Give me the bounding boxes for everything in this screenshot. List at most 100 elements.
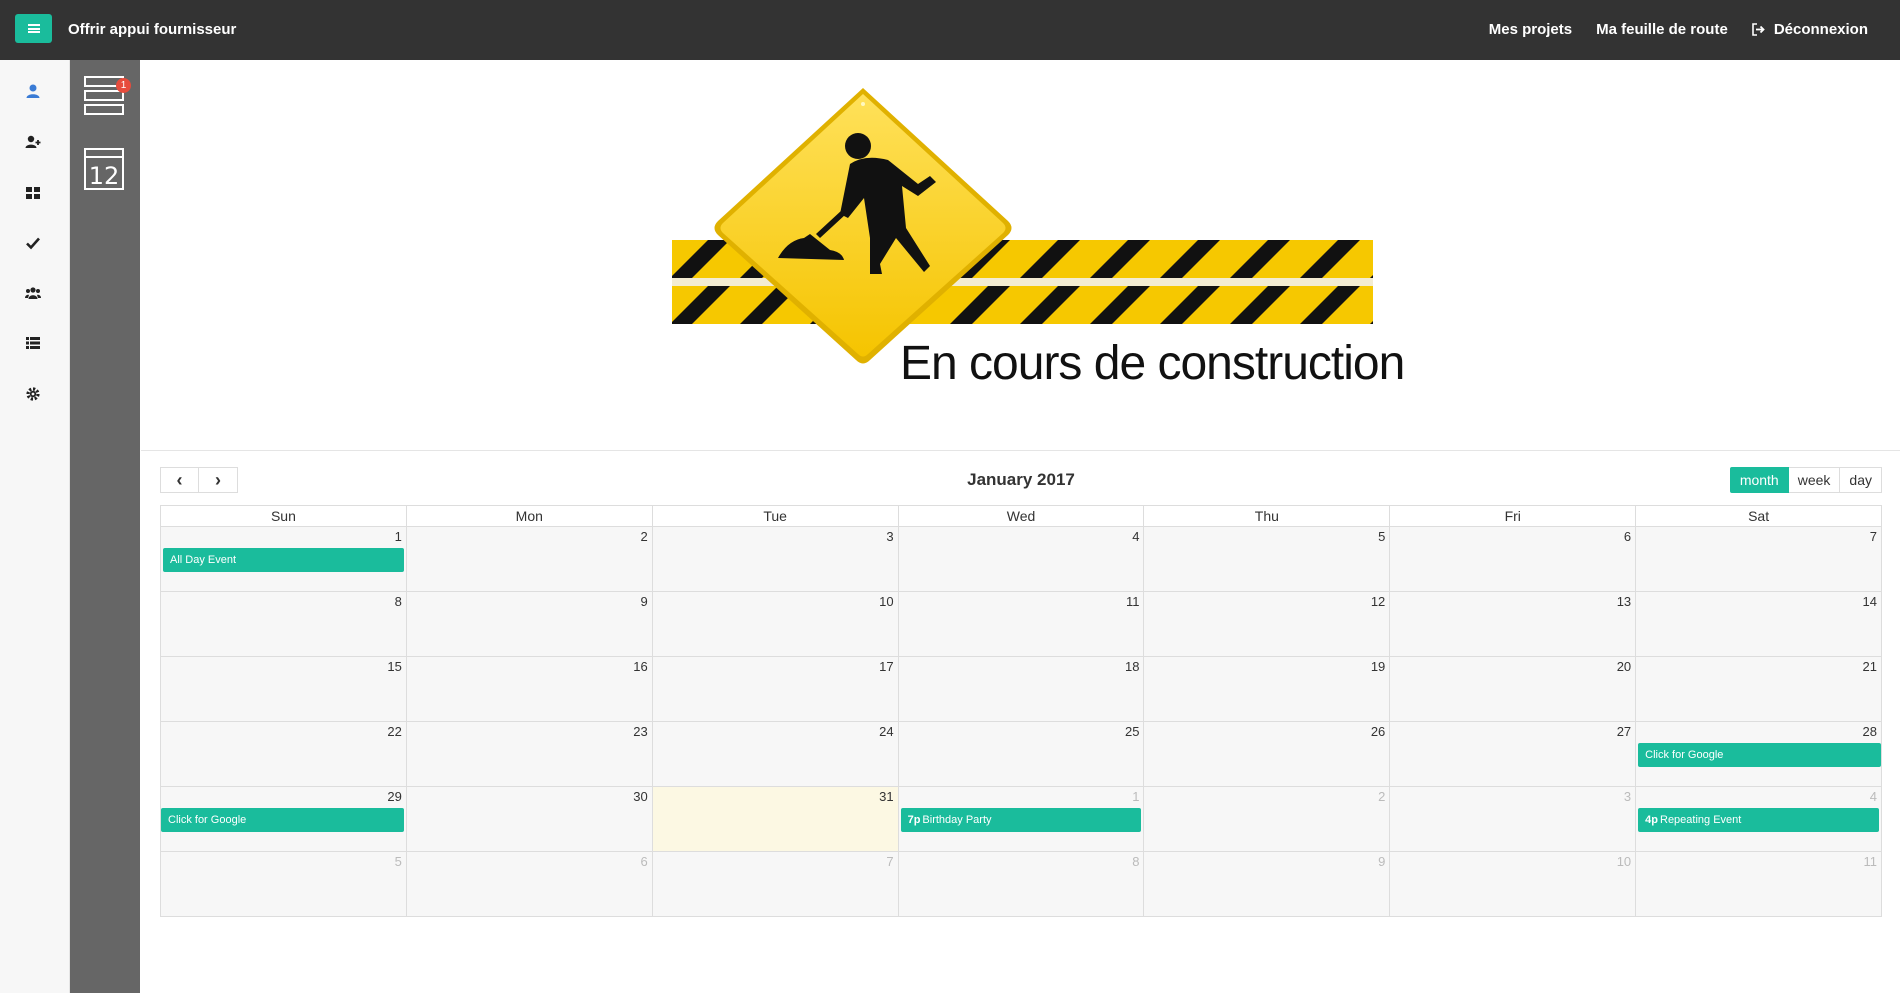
day-cell[interactable]: 2 — [1144, 787, 1391, 851]
day-number: 25 — [1124, 724, 1140, 739]
day-number: 1 — [394, 529, 402, 544]
day-number: 4 — [1869, 789, 1878, 804]
day-number: 13 — [1616, 594, 1632, 609]
day-cell[interactable]: 1 All Day Event — [161, 527, 407, 591]
day-cell[interactable]: 17 — [652, 657, 899, 721]
day-cell[interactable]: 30 — [406, 787, 653, 851]
day-cell[interactable]: 6 — [406, 852, 653, 916]
month-calendar-grid: Sun Mon Tue Wed Thu Fri Sat 1 All Day Ev… — [160, 505, 1882, 917]
day-cell[interactable]: 26 — [1144, 722, 1391, 786]
event-title: Birthday Party — [922, 814, 992, 826]
nav-mes-projets[interactable]: Mes projets — [1489, 21, 1572, 38]
hamburger-icon — [27, 24, 40, 33]
event-title: Repeating Event — [1660, 814, 1742, 826]
view-week-button[interactable]: week — [1788, 467, 1841, 493]
event-title: Click for Google — [1645, 749, 1724, 761]
event-all-day[interactable]: All Day Event — [163, 548, 404, 572]
day-cell[interactable]: 22 — [161, 722, 407, 786]
day-cell[interactable]: 5 — [1144, 527, 1391, 591]
event-birthday-party[interactable]: 7p Birthday Party — [900, 808, 1142, 832]
day-cell[interactable]: 10 — [652, 592, 899, 656]
day-number: 8 — [394, 594, 402, 609]
day-number: 11 — [1863, 854, 1878, 869]
day-cell[interactable]: 1 7p Birthday Party — [898, 787, 1145, 851]
day-cell[interactable]: 4 4p Repeating Event — [1636, 787, 1882, 851]
check-icon[interactable] — [24, 234, 42, 252]
day-cell[interactable]: 15 — [161, 657, 407, 721]
day-cell[interactable]: 11 — [898, 592, 1145, 656]
day-number: 7 — [886, 854, 894, 869]
day-cell[interactable]: 24 — [652, 722, 899, 786]
day-cell[interactable]: 8 — [898, 852, 1145, 916]
day-cell[interactable]: 7 — [1636, 527, 1882, 591]
prev-month-button[interactable]: ‹ — [160, 467, 199, 493]
grid-icon[interactable] — [24, 184, 42, 202]
view-month-button[interactable]: month — [1729, 467, 1789, 493]
nav-feuille-de-route[interactable]: Ma feuille de route — [1596, 21, 1728, 38]
day-cell[interactable]: 7 — [652, 852, 899, 916]
day-cell[interactable]: 3 — [1390, 787, 1637, 851]
day-cell[interactable]: 5 — [161, 852, 407, 916]
day-cell[interactable]: 16 — [406, 657, 653, 721]
gear-icon[interactable] — [24, 385, 42, 403]
day-cell[interactable]: 10 — [1390, 852, 1637, 916]
day-cell[interactable]: 9 — [406, 592, 653, 656]
day-number: 3 — [886, 529, 894, 544]
day-cell[interactable]: 27 — [1390, 722, 1637, 786]
day-cell[interactable]: 18 — [898, 657, 1145, 721]
day-cell[interactable]: 2 — [406, 527, 653, 591]
day-number: 6 — [640, 854, 648, 869]
secondary-sidebar: 1 12 — [70, 60, 140, 993]
day-cell[interactable]: 12 — [1144, 592, 1391, 656]
day-cell[interactable]: 6 — [1390, 527, 1637, 591]
day-number: 27 — [1616, 724, 1632, 739]
week-row: 22 23 24 25 26 27 28 Click for Google — [161, 722, 1882, 787]
user-plus-icon[interactable] — [24, 133, 42, 151]
day-number: 26 — [1370, 724, 1386, 739]
day-cell[interactable]: 25 — [898, 722, 1145, 786]
event-time: 7p — [907, 814, 921, 826]
view-day-button[interactable]: day — [1840, 467, 1882, 493]
week-row: 8 9 10 11 12 13 14 — [161, 592, 1882, 657]
day-number: 19 — [1370, 659, 1386, 674]
day-cell[interactable]: 4 — [898, 527, 1145, 591]
day-cell[interactable]: 28 Click for Google — [1636, 722, 1882, 786]
list-icon[interactable] — [24, 334, 42, 352]
top-navbar: Offrir appui fournisseur Mes projets Ma … — [0, 0, 1900, 60]
calendar-button[interactable]: 12 — [84, 148, 124, 190]
day-cell[interactable]: 14 — [1636, 592, 1882, 656]
day-number: 15 — [387, 659, 402, 674]
weekday-sun: Sun — [161, 506, 407, 526]
event-click-for-google[interactable]: Click for Google — [161, 808, 404, 832]
day-number: 1 — [1132, 789, 1140, 804]
day-cell[interactable]: 21 — [1636, 657, 1882, 721]
day-cell[interactable]: 13 — [1390, 592, 1637, 656]
day-cell[interactable]: 29 Click for Google — [161, 787, 407, 851]
day-cell[interactable]: 8 — [161, 592, 407, 656]
day-cell-today[interactable]: 31 — [652, 787, 899, 851]
event-click-for-google[interactable]: Click for Google — [1638, 743, 1882, 767]
user-icon[interactable] — [24, 82, 42, 100]
day-cell[interactable]: 11 — [1636, 852, 1882, 916]
day-number: 12 — [1370, 594, 1386, 609]
day-number: 17 — [879, 659, 894, 674]
day-cell[interactable]: 23 — [406, 722, 653, 786]
day-number: 31 — [879, 789, 894, 804]
day-number: 5 — [394, 854, 402, 869]
menu-toggle-button[interactable] — [15, 14, 52, 43]
day-cell[interactable]: 3 — [652, 527, 899, 591]
day-number: 20 — [1616, 659, 1632, 674]
day-number: 18 — [1124, 659, 1140, 674]
nav-deconnexion[interactable]: Déconnexion — [1752, 21, 1868, 38]
next-month-button[interactable]: › — [199, 467, 238, 493]
day-cell[interactable]: 9 — [1144, 852, 1391, 916]
users-icon[interactable] — [24, 284, 42, 302]
day-cell[interactable]: 20 — [1390, 657, 1637, 721]
day-cell[interactable]: 19 — [1144, 657, 1391, 721]
week-row: 1 All Day Event 2 3 4 5 6 7 — [161, 527, 1882, 592]
day-number: 4 — [1132, 529, 1140, 544]
day-number: 21 — [1862, 659, 1878, 674]
weekday-fri: Fri — [1390, 506, 1637, 526]
nav-deconnexion-label: Déconnexion — [1773, 21, 1868, 38]
event-repeating[interactable]: 4p Repeating Event — [1638, 808, 1880, 832]
